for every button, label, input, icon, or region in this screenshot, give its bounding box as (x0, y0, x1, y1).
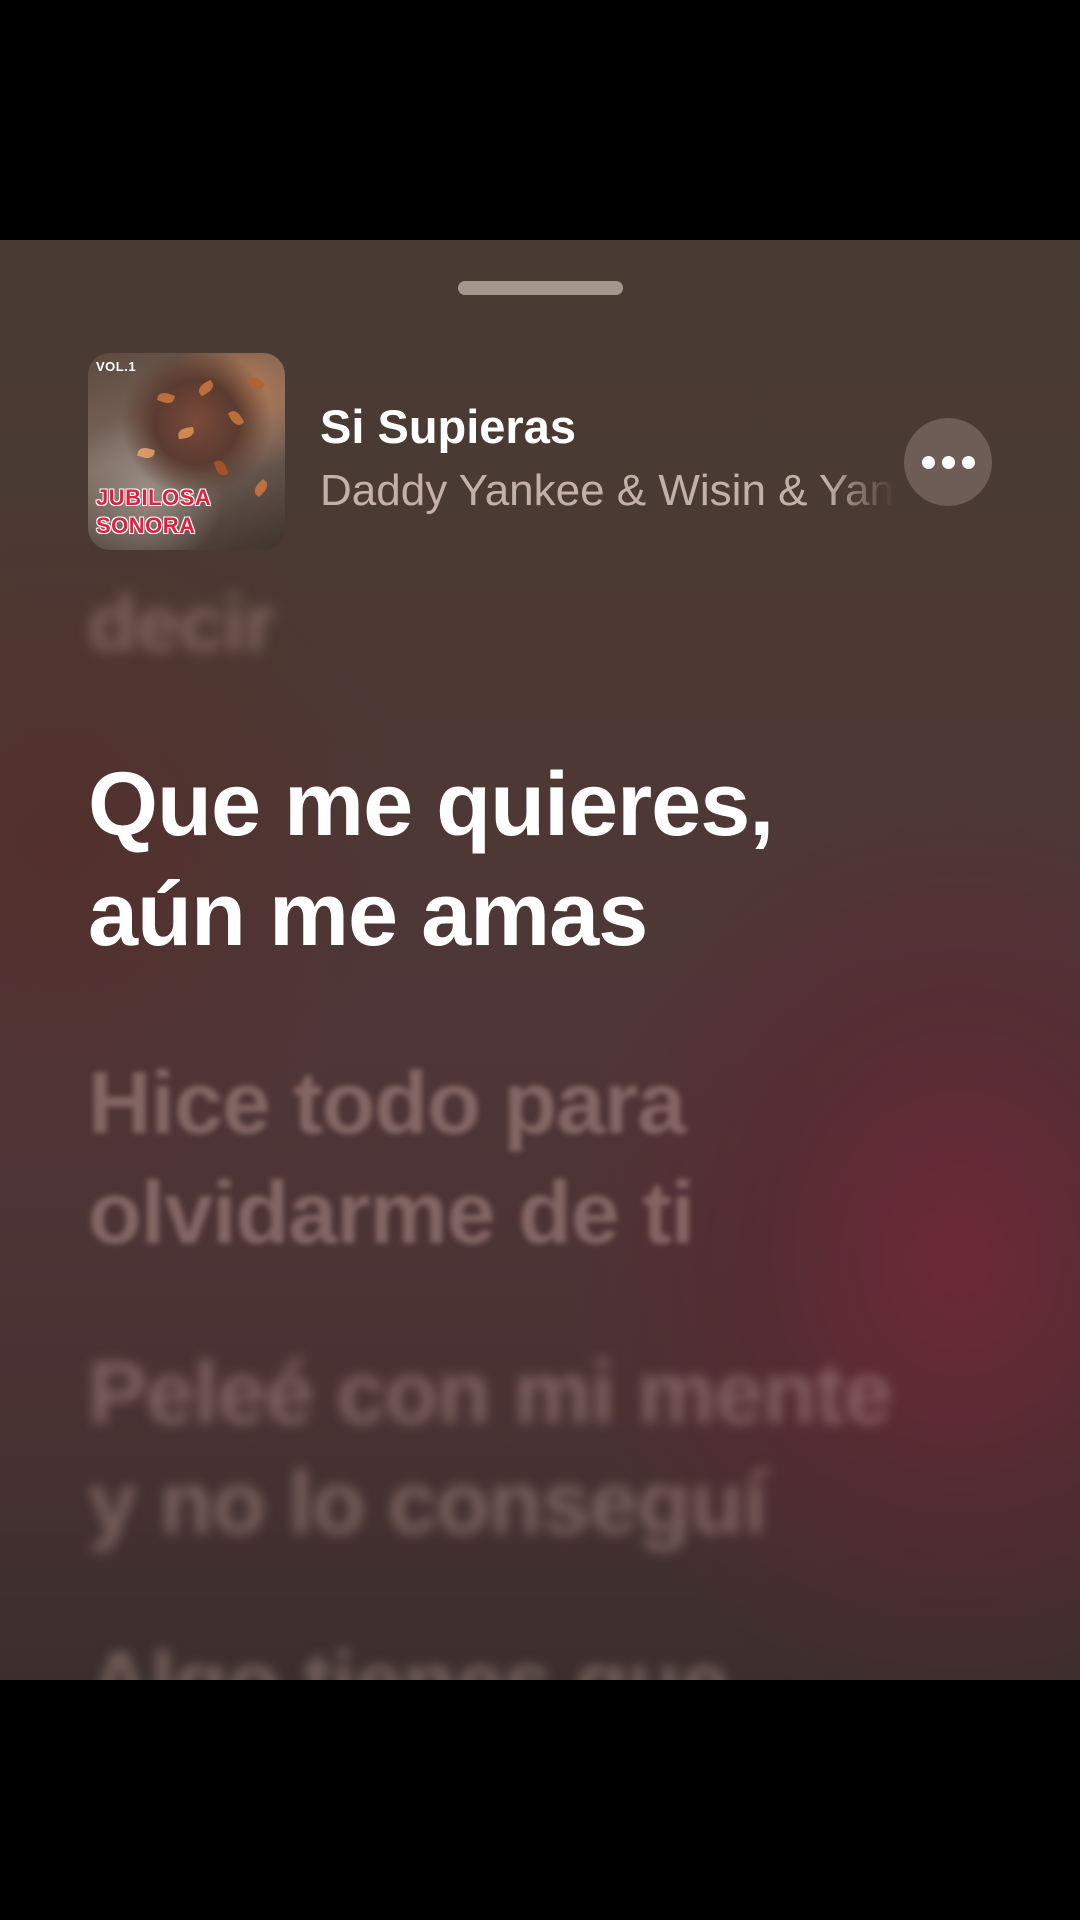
ellipsis-icon (941, 455, 955, 469)
song-artist[interactable]: Daddy Yankee & Wisin & Yandel (320, 468, 895, 514)
lyric-text: decir (88, 579, 275, 668)
leaf-decoration (156, 390, 176, 406)
lyric-text: aún me amas (88, 865, 648, 965)
lyric-line-next[interactable]: Algo tienes que (88, 1628, 729, 1680)
sheet-grabber-handle[interactable] (458, 281, 623, 295)
leaf-decoration (136, 446, 156, 460)
more-options-button[interactable] (904, 418, 992, 506)
ellipsis-icon (961, 455, 975, 469)
leaf-decoration (196, 379, 216, 397)
lyric-line-previous[interactable]: decir (88, 578, 275, 670)
leaf-decoration (251, 478, 271, 498)
lyric-text: olvidarme de ti (88, 1163, 695, 1262)
lyric-line-next[interactable]: Peleé con mi mente y no lo conseguí (88, 1338, 893, 1558)
song-title[interactable]: Si Supieras (320, 403, 880, 450)
artwork-title-line-2: SONORA (96, 513, 196, 538)
lyric-text: Algo tienes que (88, 1628, 729, 1680)
lyric-line-current[interactable]: Que me quieres, aún me amas (88, 750, 774, 970)
leaf-decoration (213, 458, 229, 478)
leaf-decoration (246, 374, 266, 392)
album-artwork[interactable]: VOL.1 JUBILOSA SONORA (88, 353, 285, 550)
artwork-volume-label: VOL.1 (96, 359, 137, 374)
lyric-text: Hice todo para (88, 1053, 686, 1152)
leaf-decoration (177, 426, 195, 440)
lyric-line-next[interactable]: Hice todo para olvidarme de ti (88, 1048, 695, 1268)
artwork-title-line-1: JUBILOSA (96, 485, 212, 510)
ellipsis-icon (921, 455, 935, 469)
lyric-text: Que me quieres, (88, 755, 774, 855)
lyric-text: Peleé con mi mente (88, 1343, 893, 1442)
leaf-decoration (227, 408, 245, 428)
lyric-text: y no lo conseguí (88, 1453, 767, 1552)
lyrics-screen: VOL.1 JUBILOSA SONORA Si Supieras Daddy … (0, 240, 1080, 1680)
